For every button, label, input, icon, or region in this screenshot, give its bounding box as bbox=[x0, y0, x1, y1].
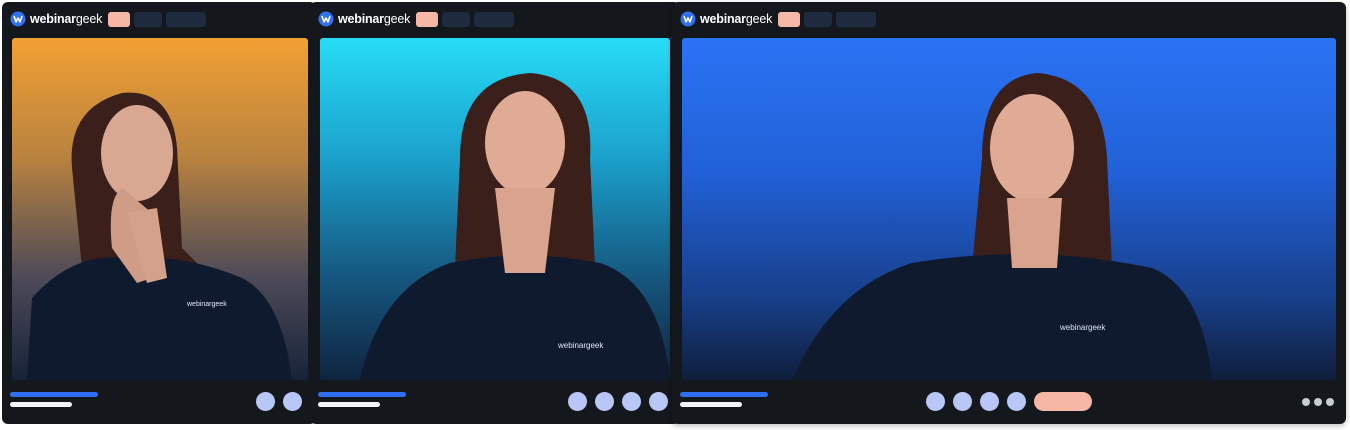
caption-line bbox=[10, 402, 72, 407]
control-button[interactable] bbox=[953, 392, 972, 411]
video-feed: webinargeek bbox=[12, 38, 308, 380]
webinar-panel-3: webinargeek webinargeek bbox=[672, 2, 1346, 424]
top-bar: webinargeek bbox=[10, 10, 207, 28]
presenter-video: webinargeek bbox=[360, 73, 670, 380]
brand-logo: webinargeek bbox=[10, 11, 102, 27]
bottom-bar bbox=[680, 380, 1338, 424]
toolbar-pill[interactable] bbox=[442, 11, 471, 27]
shirt-logo: webinargeek bbox=[1059, 323, 1106, 332]
toolbar-pill[interactable] bbox=[166, 11, 207, 27]
top-bar: webinargeek bbox=[318, 10, 515, 28]
toolbar-pill[interactable] bbox=[474, 11, 515, 27]
cta-button[interactable] bbox=[1034, 392, 1092, 411]
presenter-video: webinargeek bbox=[792, 73, 1212, 380]
brand-wordmark: webinargeek bbox=[30, 12, 103, 26]
more-dot bbox=[1302, 398, 1310, 406]
brand-logo: webinargeek bbox=[318, 11, 410, 27]
brand-logo: webinargeek bbox=[680, 11, 772, 27]
progress-bar bbox=[10, 392, 98, 397]
bottom-bar bbox=[318, 380, 672, 424]
shirt-logo: webinargeek bbox=[186, 301, 227, 308]
progress-bar bbox=[680, 392, 768, 397]
control-button[interactable] bbox=[1007, 392, 1026, 411]
toolbar-pill[interactable] bbox=[804, 11, 833, 27]
brand-wordmark: webinargeek bbox=[338, 12, 411, 26]
control-button[interactable] bbox=[283, 392, 302, 411]
control-button[interactable] bbox=[980, 392, 999, 411]
more-dot bbox=[1326, 398, 1334, 406]
control-button[interactable] bbox=[622, 392, 641, 411]
webinargeek-logo-icon bbox=[10, 11, 26, 27]
more-dots-icon[interactable] bbox=[1302, 398, 1334, 406]
video-feed: webinargeek bbox=[320, 38, 670, 380]
video-feed: webinargeek bbox=[682, 38, 1336, 380]
shirt-logo: webinargeek bbox=[557, 341, 604, 350]
control-button[interactable] bbox=[256, 392, 275, 411]
webinar-panel-2: webinargeek webinargeek bbox=[310, 2, 680, 424]
webinar-panel-1: webinargeek webinargeek bbox=[2, 2, 316, 424]
control-button[interactable] bbox=[926, 392, 945, 411]
status-pill[interactable] bbox=[108, 11, 131, 27]
control-button[interactable] bbox=[595, 392, 614, 411]
toolbar-pill[interactable] bbox=[134, 11, 163, 27]
progress-bar bbox=[318, 392, 406, 397]
caption-line bbox=[318, 402, 380, 407]
more-dot bbox=[1314, 398, 1322, 406]
control-button[interactable] bbox=[649, 392, 668, 411]
control-group bbox=[926, 392, 1092, 411]
top-bar: webinargeek bbox=[680, 10, 877, 28]
brand-wordmark: webinargeek bbox=[700, 12, 773, 26]
caption-line bbox=[680, 402, 742, 407]
control-group bbox=[256, 392, 302, 411]
control-button[interactable] bbox=[568, 392, 587, 411]
status-pill[interactable] bbox=[416, 11, 439, 27]
webinargeek-logo-icon bbox=[680, 11, 696, 27]
toolbar-pill[interactable] bbox=[836, 11, 877, 27]
status-pill[interactable] bbox=[778, 11, 801, 27]
webinargeek-logo-icon bbox=[318, 11, 334, 27]
bottom-bar bbox=[10, 380, 308, 424]
presenter-video: webinargeek bbox=[27, 92, 292, 380]
control-group bbox=[568, 392, 668, 411]
